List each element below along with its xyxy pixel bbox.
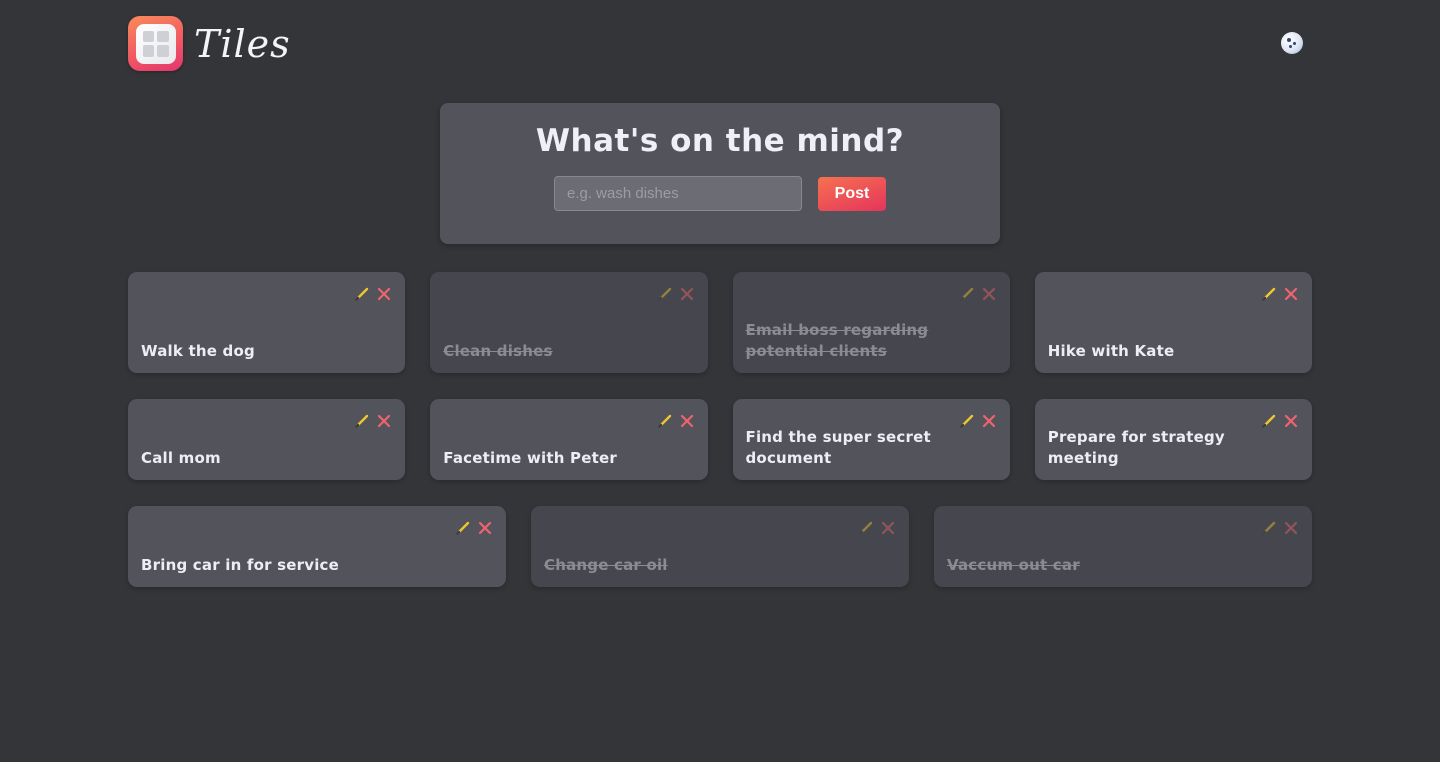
task-text: Call mom [141,449,221,467]
tiles-row-2: Call mom Facetime with Peter Find the su… [128,399,1312,480]
close-icon[interactable] [1283,286,1299,302]
pencil-icon[interactable] [657,413,673,429]
task-text: Walk the dog [141,342,255,360]
moon-icon[interactable] [1281,32,1303,54]
tiles-row-1: Walk the dog Clean dishes Email boss reg… [128,272,1312,373]
composer-heading: What's on the mind? [535,123,905,159]
task-text: Prepare for strategy meeting [1047,428,1225,467]
close-icon[interactable] [1283,520,1299,536]
close-icon[interactable] [880,520,896,536]
pencil-icon[interactable] [959,413,975,429]
close-icon[interactable] [981,286,997,302]
pencil-icon[interactable] [354,413,370,429]
task-text: Hike with Kate [1047,342,1175,360]
task-tile: Find the super secret document [732,399,1010,480]
app-logo-icon [128,16,183,71]
pencil-icon[interactable] [455,520,471,536]
task-text: Email boss regarding potential clients [745,321,929,360]
task-tile: Email boss regarding potential clients [732,272,1010,373]
task-tile: Clean dishes [430,272,708,373]
task-text: Vaccum out car [947,556,1080,574]
task-tile: Prepare for strategy meeting [1034,399,1312,480]
task-text: Change car oil [544,556,668,574]
task-tile: Vaccum out car [934,506,1312,587]
pencil-icon[interactable] [657,286,673,302]
close-icon[interactable] [679,286,695,302]
task-tile: Call mom [128,399,406,480]
task-tile: Change car oil [531,506,909,587]
pencil-icon[interactable] [1261,413,1277,429]
task-tile: Hike with Kate [1034,272,1312,373]
close-icon[interactable] [679,413,695,429]
task-text: Find the super secret document [745,428,931,467]
task-tile: Facetime with Peter [430,399,708,480]
close-icon[interactable] [1283,413,1299,429]
close-icon[interactable] [376,286,392,302]
pencil-icon[interactable] [858,520,874,536]
pencil-icon[interactable] [1261,286,1277,302]
task-text: Facetime with Peter [443,449,617,467]
pencil-icon[interactable] [959,286,975,302]
post-button[interactable]: Post [818,176,886,211]
tiles-row-3: Bring car in for service Change car oil … [128,506,1312,587]
close-icon[interactable] [981,413,997,429]
task-composer: What's on the mind? Post [440,103,1000,244]
close-icon[interactable] [477,520,493,536]
task-tile: Bring car in for service [128,506,506,587]
task-input[interactable] [554,176,802,211]
close-icon[interactable] [376,413,392,429]
pencil-icon[interactable] [1261,520,1277,536]
task-text: Clean dishes [443,342,553,360]
app-header: Tiles [128,16,291,71]
task-tile: Walk the dog [128,272,406,373]
app-title: Tiles [194,21,291,66]
task-text: Bring car in for service [141,556,340,574]
pencil-icon[interactable] [354,286,370,302]
